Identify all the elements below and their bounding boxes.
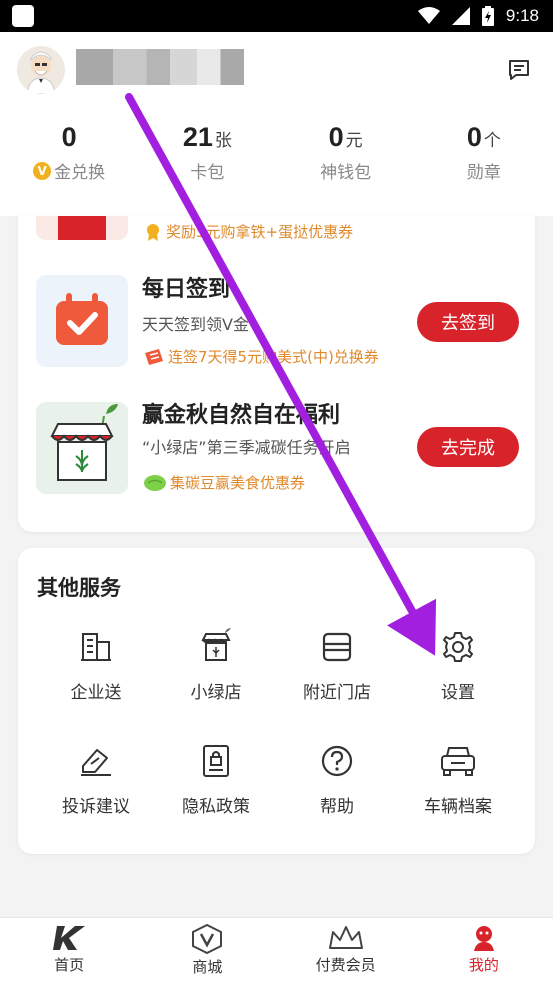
medal-icon	[147, 223, 159, 241]
crown-icon	[328, 926, 363, 949]
cup-icon	[58, 216, 106, 240]
car-icon	[441, 747, 475, 776]
service-label: 设置	[441, 683, 475, 703]
green-store-icon	[201, 628, 231, 661]
feedback-icon	[81, 749, 111, 776]
status-bar: 9:18	[0, 0, 553, 32]
task-thumb-green-store	[36, 402, 128, 494]
service-label: 隐私政策	[182, 797, 250, 817]
other-services-panel: 其他服务 企业送 小绿店 附近门店 设置 投诉建议 隐私政策 帮助 车辆档案	[18, 548, 535, 854]
section-title: 其他服务	[37, 576, 121, 600]
v-coin-icon: V	[33, 161, 52, 180]
task-reward: 奖励5元购拿铁+蛋挞优惠券	[144, 221, 353, 242]
task-title: 每日签到	[142, 277, 231, 302]
wifi-icon	[417, 7, 440, 24]
task-subtitle: 天天签到领V金	[142, 315, 249, 334]
task-card: 奖励5元购拿铁+蛋挞优惠券 每日签到 天天签到领V金 连签7天得5元购美式(中)…	[18, 216, 535, 532]
stat-card-wallet[interactable]: 21 张 卡包	[138, 122, 276, 183]
service-settings[interactable]: 设置	[398, 630, 518, 703]
stat-unit: 个	[483, 131, 501, 151]
colonel-avatar-icon	[26, 51, 56, 94]
task-thumb-partial	[36, 216, 128, 240]
profile-header: 0 V 金兑换 21 张 卡包 0元 神钱包 0个 勋章	[0, 32, 553, 216]
kfc-k-icon	[53, 926, 86, 950]
stat-unit: 张	[214, 131, 232, 151]
calendar-icon	[56, 293, 108, 345]
nav-mine[interactable]: 我的	[415, 918, 553, 983]
service-label: 企业送	[70, 683, 122, 703]
nav-label: 付费会员	[315, 956, 376, 974]
service-green-store[interactable]: 小绿店	[156, 628, 276, 703]
stat-label: 金兑换	[54, 163, 106, 183]
app-notification-icon	[12, 5, 34, 27]
task-title: 赢金秋自然自在福利	[142, 403, 341, 428]
service-label: 帮助	[320, 797, 354, 817]
privacy-icon	[203, 745, 229, 777]
task-thumb-checkin	[36, 275, 128, 367]
service-label: 投诉建议	[62, 797, 130, 817]
nav-label: 首页	[54, 956, 85, 974]
username-redacted	[76, 49, 244, 85]
nav-paid-membership[interactable]: 付费会员	[277, 918, 415, 983]
checkin-button[interactable]: 去签到	[417, 302, 519, 342]
signal-icon	[451, 7, 470, 25]
stat-value: 21	[182, 122, 213, 152]
stat-label: 卡包	[190, 163, 225, 183]
service-enterprise-delivery[interactable]: 企业送	[36, 630, 156, 703]
store-icon	[322, 632, 352, 662]
task-subtitle: “小绿店”第三季减碳任务开启	[142, 438, 351, 457]
complete-button[interactable]: 去完成	[417, 427, 519, 467]
bean-icon	[144, 474, 166, 491]
ticket-icon	[145, 348, 163, 365]
service-vehicle-records[interactable]: 车辆档案	[398, 744, 518, 817]
avatar[interactable]	[17, 46, 65, 94]
service-label: 小绿店	[190, 683, 242, 703]
task-reward: 连签7天得5元购美式(中)兑换券	[144, 346, 379, 367]
nav-label: 我的	[468, 956, 499, 974]
stat-value: 0	[328, 122, 344, 152]
gear-icon	[443, 632, 473, 662]
nav-mall[interactable]: 商城	[138, 918, 276, 983]
nav-label: 商城	[192, 958, 223, 976]
service-label: 附近门店	[303, 683, 371, 703]
stat-wallet[interactable]: 0元 神钱包	[277, 122, 415, 183]
stat-unit: 元	[345, 131, 363, 151]
colonel-icon	[473, 926, 494, 951]
nav-home[interactable]: 首页	[0, 918, 138, 983]
stat-label: 神钱包	[320, 163, 372, 183]
stat-value: 0	[466, 122, 482, 152]
stats-row: 0 V 金兑换 21 张 卡包 0元 神钱包 0个 勋章	[0, 122, 553, 183]
service-nearby-stores[interactable]: 附近门店	[277, 630, 397, 703]
v-mall-icon	[192, 924, 223, 954]
clock: 9:18	[505, 6, 539, 25]
green-store-icon	[50, 404, 118, 481]
service-privacy-policy[interactable]: 隐私政策	[156, 744, 276, 817]
service-feedback[interactable]: 投诉建议	[36, 744, 156, 817]
battery-icon	[481, 6, 494, 26]
service-label: 车辆档案	[424, 797, 492, 817]
stat-medals[interactable]: 0个 勋章	[415, 122, 553, 183]
building-icon	[81, 633, 111, 661]
help-icon	[321, 745, 353, 777]
stat-label: 勋章	[466, 163, 501, 183]
stat-vgold[interactable]: 0 V 金兑换	[0, 122, 138, 183]
message-icon[interactable]	[507, 58, 531, 82]
stat-value: 0	[61, 122, 77, 152]
bottom-nav: 首页 商城 付费会员 我的	[0, 917, 553, 983]
service-help[interactable]: 帮助	[277, 744, 397, 817]
task-reward: 集碳豆赢美食优惠券	[144, 472, 305, 493]
